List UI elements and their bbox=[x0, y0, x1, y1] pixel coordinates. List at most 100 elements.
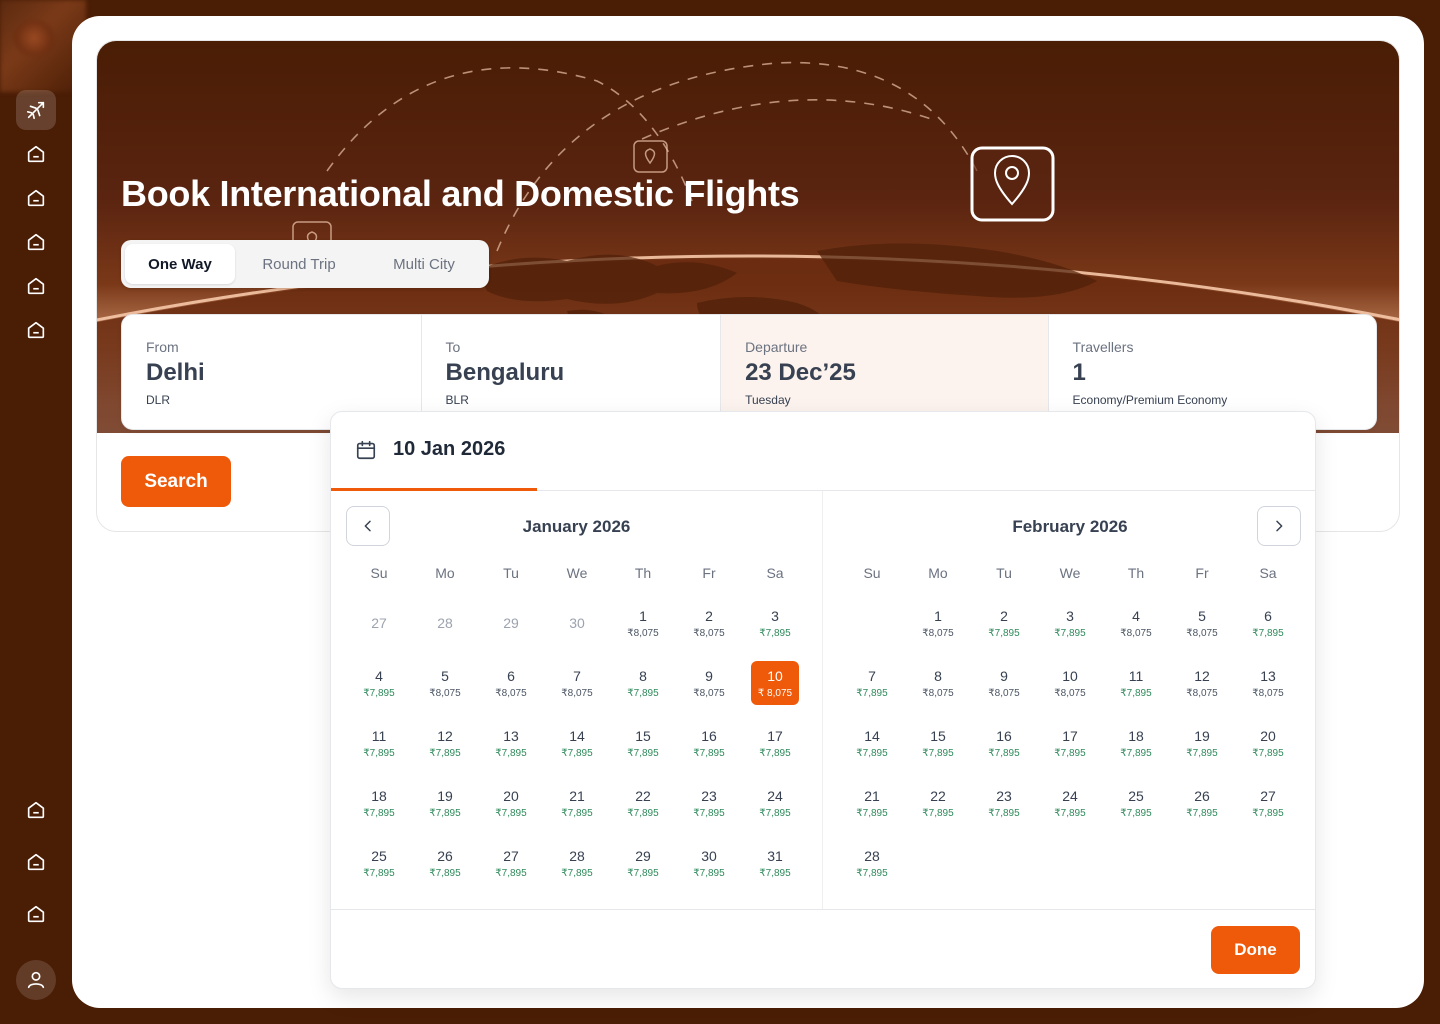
calendar-day-selected[interactable]: 10 ₹ 8,075 bbox=[751, 661, 799, 705]
calendar-day[interactable]: 24 ₹7,895 bbox=[1046, 781, 1094, 825]
page-title: Book International and Domestic Flights bbox=[121, 173, 800, 214]
calendar-day[interactable]: 7 ₹8,075 bbox=[553, 661, 601, 705]
flight-icon bbox=[26, 101, 45, 120]
calendar-day[interactable]: 4 ₹8,075 bbox=[1112, 601, 1160, 645]
day-number: 18 bbox=[1128, 727, 1144, 744]
calendar-day[interactable]: 2 ₹7,895 bbox=[980, 601, 1028, 645]
calendar-day[interactable]: 6 ₹8,075 bbox=[487, 661, 535, 705]
calendar-day[interactable]: 11 ₹7,895 bbox=[1112, 661, 1160, 705]
calendar-day[interactable]: 7 ₹7,895 bbox=[848, 661, 896, 705]
to-code: BLR bbox=[445, 393, 469, 407]
calendar-day[interactable]: 18 ₹7,895 bbox=[355, 781, 403, 825]
calendar-day[interactable]: 6 ₹7,895 bbox=[1244, 601, 1292, 645]
user-avatar[interactable] bbox=[16, 960, 56, 1000]
day-number: 24 bbox=[1062, 787, 1078, 804]
calendar-day[interactable]: 15 ₹7,895 bbox=[914, 721, 962, 765]
tab-one-way[interactable]: One Way bbox=[125, 244, 235, 284]
calendar-day[interactable]: 8 ₹7,895 bbox=[619, 661, 667, 705]
day-fare: ₹7,895 bbox=[495, 867, 527, 879]
day-number: 22 bbox=[930, 787, 946, 804]
calendar-day[interactable]: 12 ₹8,075 bbox=[1178, 661, 1226, 705]
calendar-day[interactable]: 14 ₹7,895 bbox=[848, 721, 896, 765]
sidebar-bottom-item-1[interactable] bbox=[16, 790, 56, 830]
calendar-day[interactable]: 17 ₹7,895 bbox=[1046, 721, 1094, 765]
calendar-day[interactable]: 20 ₹7,895 bbox=[487, 781, 535, 825]
calendar-day[interactable]: 3 ₹7,895 bbox=[751, 601, 799, 645]
day-number: 10 bbox=[1062, 667, 1078, 684]
weekday-label: Th bbox=[1127, 565, 1145, 581]
calendar-day[interactable]: 23 ₹7,895 bbox=[980, 781, 1028, 825]
calendar-day[interactable]: 1 ₹8,075 bbox=[619, 601, 667, 645]
day-fare: ₹7,895 bbox=[693, 807, 725, 819]
weekday-label: Fr bbox=[1195, 565, 1209, 581]
calendar-day[interactable]: 15 ₹7,895 bbox=[619, 721, 667, 765]
calendar-day[interactable]: 14 ₹7,895 bbox=[553, 721, 601, 765]
sidebar-item-flights[interactable] bbox=[16, 90, 56, 130]
calendar-day[interactable]: 28 ₹7,895 bbox=[848, 841, 896, 885]
calendar-day[interactable]: 24 ₹7,895 bbox=[751, 781, 799, 825]
calendar-day[interactable]: 13 ₹8,075 bbox=[1244, 661, 1292, 705]
calendar-day[interactable]: 17 ₹7,895 bbox=[751, 721, 799, 765]
month-title: February 2026 bbox=[1012, 517, 1128, 536]
travellers-count: 1 bbox=[1072, 359, 1086, 386]
calendar-day[interactable]: 3 ₹7,895 bbox=[1046, 601, 1094, 645]
day-grid: 1 ₹8,075 2 ₹7,895 3 ₹7,895 4 ₹8,075 5 ₹8,075 6 ₹7,8… bbox=[839, 601, 1301, 901]
calendar-day[interactable]: 22 ₹7,895 bbox=[619, 781, 667, 825]
calendar-day[interactable]: 18 ₹7,895 bbox=[1112, 721, 1160, 765]
calendar-day[interactable]: 4 ₹7,895 bbox=[355, 661, 403, 705]
calendar-day: 28 bbox=[421, 601, 469, 645]
calendar-day[interactable]: 9 ₹8,075 bbox=[980, 661, 1028, 705]
calendar-day[interactable]: 11 ₹7,895 bbox=[355, 721, 403, 765]
calendar-day[interactable]: 16 ₹7,895 bbox=[980, 721, 1028, 765]
calendar-day[interactable]: 1 ₹8,075 bbox=[914, 601, 962, 645]
calendar-day[interactable]: 5 ₹8,075 bbox=[1178, 601, 1226, 645]
calendar-day[interactable]: 27 ₹7,895 bbox=[487, 841, 535, 885]
calendar-day[interactable]: 26 ₹7,895 bbox=[1178, 781, 1226, 825]
calendar-day[interactable]: 19 ₹7,895 bbox=[1178, 721, 1226, 765]
day-fare: ₹7,895 bbox=[988, 807, 1020, 819]
calendar-day[interactable]: 10 ₹8,075 bbox=[1046, 661, 1094, 705]
from-city: Delhi bbox=[146, 359, 205, 386]
calendar-day[interactable]: 9 ₹8,075 bbox=[685, 661, 733, 705]
calendar-day: 27 bbox=[355, 601, 403, 645]
sidebar-bottom-item-3[interactable] bbox=[16, 894, 56, 934]
calendar-day[interactable]: 25 ₹7,895 bbox=[1112, 781, 1160, 825]
calendar-day[interactable]: 13 ₹7,895 bbox=[487, 721, 535, 765]
calendar-day[interactable]: 21 ₹7,895 bbox=[553, 781, 601, 825]
sidebar-item-5[interactable] bbox=[16, 266, 56, 306]
search-button[interactable]: Search bbox=[121, 456, 231, 507]
tab-round-trip[interactable]: Round Trip bbox=[235, 244, 363, 284]
weekday-label: We bbox=[566, 565, 588, 581]
selected-date-tab[interactable]: 10 Jan 2026 bbox=[355, 438, 505, 461]
calendar-day[interactable]: 5 ₹8,075 bbox=[421, 661, 469, 705]
calendar-day[interactable]: 31 ₹7,895 bbox=[751, 841, 799, 885]
calendar-day[interactable]: 28 ₹7,895 bbox=[553, 841, 601, 885]
done-button[interactable]: Done bbox=[1211, 926, 1300, 974]
calendar-day[interactable]: 19 ₹7,895 bbox=[421, 781, 469, 825]
calendar-day[interactable]: 25 ₹7,895 bbox=[355, 841, 403, 885]
calendar-day[interactable]: 27 ₹7,895 bbox=[1244, 781, 1292, 825]
calendar-day[interactable]: 8 ₹8,075 bbox=[914, 661, 962, 705]
calendar-day[interactable]: 26 ₹7,895 bbox=[421, 841, 469, 885]
trip-type-tabs: One Way Round Trip Multi City bbox=[121, 240, 489, 288]
calendar-day[interactable]: 20 ₹7,895 bbox=[1244, 721, 1292, 765]
sidebar-item-3[interactable] bbox=[16, 178, 56, 218]
calendar-day[interactable]: 12 ₹7,895 bbox=[421, 721, 469, 765]
calendar-day[interactable]: 16 ₹7,895 bbox=[685, 721, 733, 765]
user-icon bbox=[27, 971, 45, 989]
calendar-day[interactable]: 30 ₹7,895 bbox=[685, 841, 733, 885]
day-fare: ₹7,895 bbox=[1252, 627, 1284, 639]
calendar-day[interactable]: 21 ₹7,895 bbox=[848, 781, 896, 825]
calendar-day[interactable]: 29 ₹7,895 bbox=[619, 841, 667, 885]
sidebar-item-2[interactable] bbox=[16, 134, 56, 174]
sidebar-bottom-item-2[interactable] bbox=[16, 842, 56, 882]
calendar-day[interactable]: 2 ₹8,075 bbox=[685, 601, 733, 645]
sidebar-item-6[interactable] bbox=[16, 310, 56, 350]
day-number: 29 bbox=[503, 615, 519, 631]
sidebar-item-4[interactable] bbox=[16, 222, 56, 262]
date-picker-footer: Done bbox=[331, 909, 1315, 988]
day-fare: ₹8,075 bbox=[922, 687, 954, 699]
tab-multi-city[interactable]: Multi City bbox=[363, 244, 485, 284]
calendar-day[interactable]: 23 ₹7,895 bbox=[685, 781, 733, 825]
calendar-day[interactable]: 22 ₹7,895 bbox=[914, 781, 962, 825]
